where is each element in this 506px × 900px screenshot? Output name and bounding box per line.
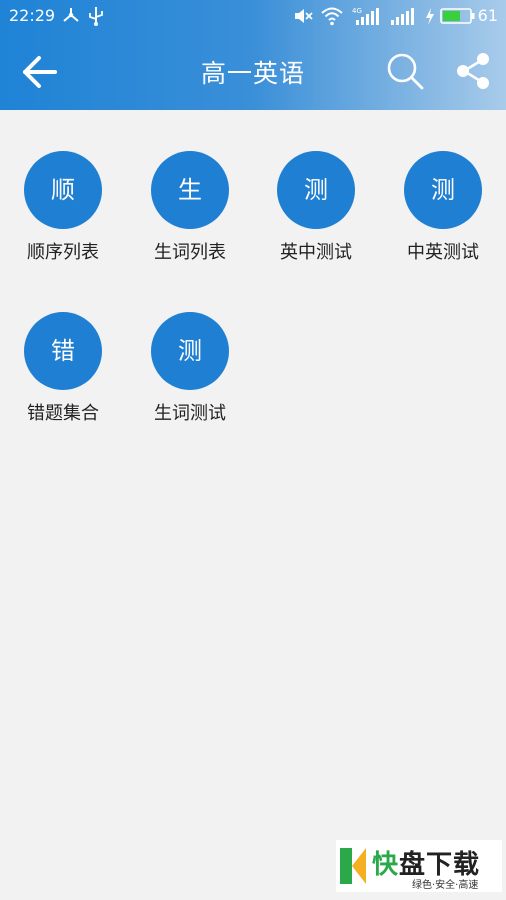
menu-item-label: 英中测试 [280,242,352,263]
menu-item-label: 生词列表 [154,242,226,263]
menu-item-badge: 错 [24,312,102,390]
menu-item-badge: 生 [151,151,229,229]
mute-icon [295,9,313,23]
search-button[interactable] [384,50,426,92]
menu-item-sequential-list[interactable]: 顺 顺序列表 [8,151,118,281]
menu-item-en-cn-test[interactable]: 测 英中测试 [261,151,371,281]
menu-item-badge: 测 [404,151,482,229]
menu-item-cn-en-test[interactable]: 测 中英测试 [388,151,498,281]
menu-item-badge: 测 [151,312,229,390]
watermark-brand-first: 快 [372,850,400,880]
menu-item-label: 顺序列表 [27,242,99,263]
menu-item-wrong-answers[interactable]: 错 错题集合 [8,312,118,442]
menu-item-label: 中英测试 [407,242,479,263]
menu-item-vocab-list[interactable]: 生 生词列表 [135,151,245,281]
charging-icon [426,8,434,25]
share-button[interactable] [452,50,494,92]
battery-icon [440,8,475,24]
status-bar: 22:29 4G 61 [0,0,506,32]
brand-logo-icon [340,848,366,884]
menu-item-badge: 测 [277,151,355,229]
wifi-icon [321,7,343,26]
menu-item-label: 生词测试 [154,403,226,424]
battery-level: 61 [477,6,498,25]
usb-tether-icon [63,8,79,22]
usb-icon [89,7,103,26]
svg-text:4G: 4G [352,7,362,15]
menu-item-vocab-test[interactable]: 测 生词测试 [135,312,245,442]
cellular-4g-icon: 4G [352,7,379,25]
share-icon [457,53,489,89]
watermark-tagline: 绿色·安全·高速 [412,880,479,891]
watermark: 快盘下载 绿色·安全·高速 [336,840,502,892]
page-title: 高一英语 [200,59,305,88]
search-icon [387,53,424,90]
cellular-icon [391,8,414,25]
menu-item-label: 错题集合 [27,403,99,424]
status-time: 22:29 [9,6,56,25]
app-bar: 高一英语 [0,32,506,110]
top-bar: 22:29 4G 61 高一英语 [0,0,506,110]
menu-item-badge: 顺 [24,151,102,229]
